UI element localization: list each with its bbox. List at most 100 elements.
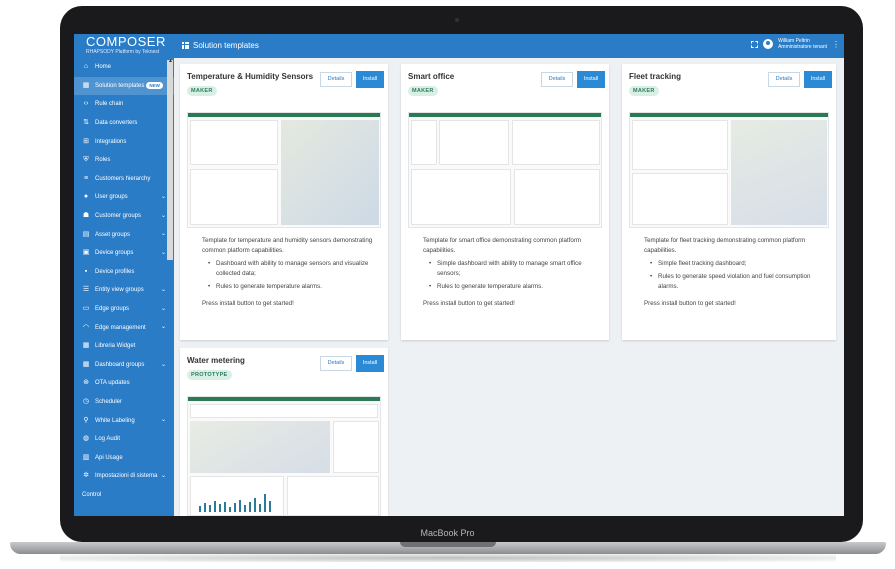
card-description: Template for fleet tracking demonstratin… — [644, 236, 826, 309]
clock-icon: ◷ — [82, 397, 90, 405]
chevron-down-icon[interactable]: ⌄ — [161, 361, 166, 368]
sidebar-item-edge-management[interactable]: ◠ Edge management ⌄ — [74, 318, 174, 337]
sidebar-item-label: Libreria Widget — [95, 343, 136, 350]
card-bullet: Dashboard with ability to manage sensors… — [204, 259, 378, 279]
sidebar-item-label: Integrations — [95, 138, 127, 145]
sidebar-list: ⌂ Home ▦ Solution templates NEW ‹› Rule chain ⇅… — [74, 58, 174, 504]
user-info[interactable]: William Peltrin Amministratore tenant — [778, 38, 827, 50]
sidebar-item-asset-groups[interactable]: ▤ Asset groups ⌄ — [74, 225, 174, 244]
sidebar-item-label: Data converters — [95, 120, 138, 127]
card-description: Template for smart office demonstrating … — [423, 236, 599, 309]
top-right-controls: William Peltrin Amministratore tenant ⋮ — [751, 38, 840, 50]
install-button[interactable]: Install — [577, 71, 605, 88]
fullscreen-icon[interactable] — [751, 40, 759, 48]
chevron-down-icon[interactable]: ⌄ — [161, 305, 166, 312]
card-cta: Press install button to get started! — [644, 300, 736, 307]
card-bullets: Simple dashboard with ability to manage … — [423, 259, 599, 292]
sidebar-item-label: Dashboard groups — [95, 361, 145, 368]
customers-icon: ☗ — [82, 212, 90, 220]
sidebar-item-libreria-widget[interactable]: ▦ Libreria Widget — [74, 337, 174, 356]
avatar[interactable] — [763, 39, 774, 49]
user-role: Amministratore tenant — [778, 44, 827, 50]
install-button[interactable]: Install — [804, 71, 832, 88]
sidebar-item-entity-view-groups[interactable]: ☰ Entity view groups ⌄ — [74, 281, 174, 300]
card-cta: Press install button to get started! — [202, 300, 294, 307]
dashboard-icon: ▦ — [82, 360, 90, 368]
hierarchy-icon: ≡ — [83, 174, 89, 182]
card-intro: Template for fleet tracking demonstratin… — [644, 237, 806, 254]
chevron-down-icon[interactable]: ⌄ — [161, 472, 166, 479]
sidebar-item-impostazioni-di-sistema[interactable]: ✲ Impostazioni di sistema ⌄ — [74, 467, 174, 486]
chevron-down-icon[interactable]: ⌄ — [161, 249, 166, 256]
chevron-down-icon[interactable]: ⌄ — [161, 286, 166, 293]
template-card-fleet-tracking: Fleet tracking MAKER Details Install Tem… — [622, 64, 836, 340]
sidebar-item-label: Scheduler — [95, 398, 123, 405]
sidebar-item-label: Customers hierarchy — [95, 175, 151, 182]
sidebar-item-label: Customer groups — [95, 213, 142, 220]
sidebar-item-white-labeling[interactable]: ⚲ White Labeling ⌄ — [74, 411, 174, 430]
sidebar-item-api-usage[interactable]: ▥ Api Usage — [74, 448, 174, 467]
sidebar-item-label: Entity view groups — [95, 287, 144, 294]
chevron-down-icon[interactable]: ⌄ — [161, 230, 166, 237]
sidebar-item-label: OTA updates — [95, 380, 130, 387]
sidebar-item-label: White Labeling — [95, 417, 135, 424]
template-preview-image — [187, 112, 381, 228]
sidebar-item-integrations[interactable]: ⊞ Integrations — [74, 132, 174, 151]
sidebar-item-solution-templates[interactable]: ▦ Solution templates NEW — [74, 76, 174, 96]
details-button[interactable]: Details — [320, 356, 352, 371]
brand-name: COMPOSER — [86, 34, 166, 49]
more-vert-icon[interactable]: ⋮ — [832, 40, 840, 49]
scroll-up-icon[interactable]: ▲ — [168, 58, 173, 64]
sidebar-item-ota-updates[interactable]: ⊛ OTA updates — [74, 374, 174, 393]
grid-icon: ▦ — [82, 81, 90, 89]
sidebar-item-edge-groups[interactable]: ▭ Edge groups ⌄ — [74, 300, 174, 319]
card-bullet: Simple dashboard with ability to manage … — [425, 259, 599, 279]
ota-icon: ⊛ — [83, 379, 89, 387]
sidebar-item-scheduler[interactable]: ◷ Scheduler — [74, 393, 174, 412]
sidebar-item-rule-chain[interactable]: ‹› Rule chain — [74, 95, 174, 114]
sidebar-item-customers-hierarchy[interactable]: ≡ Customers hierarchy — [74, 170, 174, 189]
entity-icon: ☰ — [82, 286, 90, 294]
laptop-shadow — [60, 554, 836, 562]
card-bullet: Rules to generate temperature alarms. — [425, 282, 599, 292]
sidebar-item-data-converters[interactable]: ⇅ Data converters — [74, 114, 174, 133]
sidebar-item-home[interactable]: ⌂ Home — [74, 58, 174, 77]
card-bullets: Dashboard with ability to manage sensors… — [202, 259, 378, 292]
edge-icon: ▭ — [82, 305, 90, 313]
sidebar-item-label: Device groups — [95, 250, 134, 257]
new-badge: NEW — [146, 82, 163, 90]
sidebar-item-customer-groups[interactable]: ☗ Customer groups ⌄ — [74, 207, 174, 226]
template-card-temperature: Temperature & Humidity Sensors MAKER Det… — [180, 64, 388, 340]
top-bar: COMPOSER RHAPSODY Platform by Teknest So… — [74, 34, 844, 58]
install-button[interactable]: Install — [356, 355, 384, 372]
page-title-wrap: Solution templates — [182, 41, 259, 50]
card-description: Template for temperature and humidity se… — [202, 236, 378, 309]
asset-icon: ▤ — [82, 230, 90, 238]
sidebar-item-label: Solution templates — [95, 82, 145, 89]
integration-icon: ⊞ — [83, 137, 89, 145]
screen: COMPOSER RHAPSODY Platform by Teknest So… — [74, 34, 844, 516]
sidebar-item-device-profiles[interactable]: ▪ Device profiles — [74, 263, 174, 282]
details-button[interactable]: Details — [320, 72, 352, 87]
laptop-notch — [400, 542, 496, 547]
chevron-down-icon[interactable]: ⌄ — [161, 416, 166, 423]
chevron-down-icon[interactable]: ⌄ — [161, 212, 166, 219]
code-icon: ‹› — [83, 100, 89, 108]
brand-logo[interactable]: COMPOSER RHAPSODY Platform by Teknest — [74, 34, 174, 58]
sidebar-item-control[interactable]: Control — [74, 486, 174, 505]
sidebar-item-roles[interactable]: ⛨ Roles — [74, 151, 174, 170]
apps-grid-icon — [182, 42, 189, 49]
details-button[interactable]: Details — [768, 72, 800, 87]
sidebar-item-dashboard-groups[interactable]: ▦ Dashboard groups ⌄ — [74, 356, 174, 375]
profile-icon: ▪ — [84, 267, 88, 275]
sidebar-item-device-groups[interactable]: ▣ Device groups ⌄ — [74, 244, 174, 263]
sidebar-scrollbar[interactable] — [167, 60, 173, 260]
chevron-down-icon[interactable]: ⌄ — [161, 323, 166, 330]
chevron-down-icon[interactable]: ⌄ — [161, 193, 166, 200]
details-button[interactable]: Details — [541, 72, 573, 87]
sidebar-item-label: Home — [95, 64, 112, 71]
sidebar-item-log-audit[interactable]: ◍ Log Audit — [74, 430, 174, 449]
install-button[interactable]: Install — [356, 71, 384, 88]
wifi-icon: ◠ — [82, 323, 90, 331]
sidebar-item-user-groups[interactable]: ● User groups ⌄ — [74, 188, 174, 207]
